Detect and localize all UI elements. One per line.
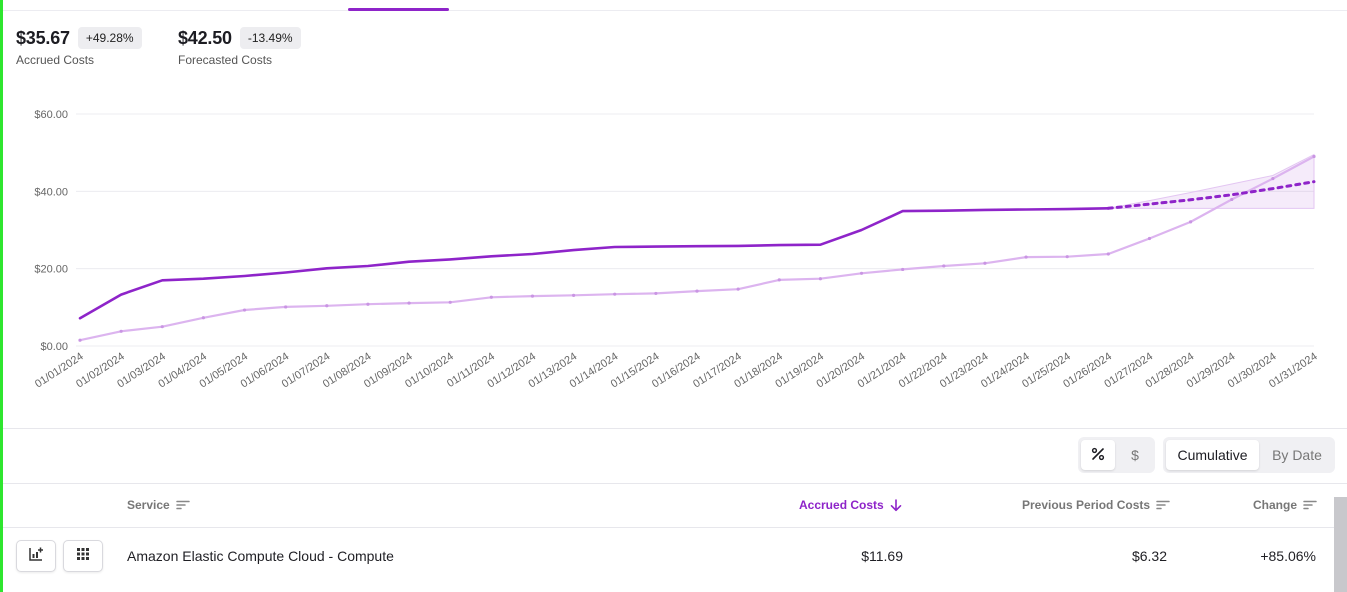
previous-period-point (489, 295, 493, 299)
accrued-header-label: Accrued Costs (799, 498, 884, 512)
previous-period-point (160, 325, 164, 329)
previous-header-label: Previous Period Costs (1022, 498, 1151, 512)
y-tick-label: $60.00 (34, 109, 68, 121)
previous-period-point (859, 271, 864, 275)
kpi-accrued-costs: $35.67 +49.28% Accrued Costs (16, 27, 142, 67)
percent-toggle-button[interactable] (1081, 440, 1115, 470)
cumulative-toggle-button[interactable]: Cumulative (1166, 440, 1259, 470)
previous-period-point (818, 277, 823, 281)
kpi-accrued-value: $35.67 (16, 27, 70, 48)
sort-lines-icon (1303, 500, 1317, 510)
row-menu-button[interactable] (63, 540, 103, 572)
dollar-toggle-button[interactable]: $ (1118, 440, 1152, 470)
previous-period-point (366, 302, 370, 306)
kpi-forecasted-label: Forecasted Costs (178, 53, 273, 67)
vertical-scrollbar[interactable] (1334, 497, 1347, 592)
previous-period-point (1065, 255, 1069, 259)
previous-period-point (901, 267, 905, 272)
previous-period-point (1024, 255, 1028, 259)
accrued-series-line (78, 207, 1110, 320)
previous-period-series-line (78, 155, 1316, 342)
kpi-forecasted-value: $42.50 (178, 27, 232, 48)
service-name[interactable]: Amazon Elastic Compute Cloud - Compute (127, 548, 394, 564)
chart-add-icon (28, 546, 44, 567)
add-to-chart-button[interactable] (16, 540, 56, 572)
service-header-label: Service (127, 498, 170, 512)
by-date-toggle-button[interactable]: By Date (1262, 440, 1332, 470)
change-header-label: Change (1253, 498, 1298, 512)
active-tab-indicator (348, 8, 449, 11)
previous-period-point (1271, 176, 1275, 181)
table-header-divider (3, 527, 1347, 528)
change-cell: +85.06% (1260, 548, 1316, 564)
previous-period-point (201, 316, 205, 320)
previous-period-point (613, 292, 617, 296)
grid-dots-icon (76, 547, 90, 566)
previous-period-point (1189, 220, 1193, 224)
previous-period-point (78, 338, 82, 342)
previous-period-point (695, 289, 699, 293)
kpi-accrued-change-badge: +49.28% (77, 27, 142, 49)
sort-lines-icon (175, 500, 190, 510)
top-tab-strip (3, 0, 1347, 11)
previous-period-point (1230, 197, 1234, 202)
arrow-down-icon (890, 498, 902, 512)
mode-toggle: Cumulative By Date (1163, 437, 1335, 473)
previous-period-point (407, 301, 411, 305)
previous-period-point (942, 264, 946, 268)
table-top-divider (3, 483, 1347, 484)
y-tick-label: $40.00 (34, 186, 68, 198)
previous-period-point (1106, 252, 1110, 256)
previous-period-point (1312, 154, 1316, 159)
column-header-accrued-costs[interactable]: Accrued Costs (799, 498, 902, 512)
previous-period-point (777, 278, 781, 282)
kpi-forecasted-change-badge: -13.49% (239, 27, 301, 49)
previous-period-point (736, 287, 740, 291)
previous-period-point (242, 308, 247, 312)
percent-icon (1091, 447, 1105, 464)
y-tick-label: $20.00 (34, 264, 68, 276)
previous-cost-cell: $6.32 (1131, 548, 1167, 564)
previous-period-point (119, 329, 123, 333)
kpi-accrued-label: Accrued Costs (16, 53, 95, 67)
dollar-label: $ (1131, 447, 1139, 463)
column-header-previous-period-costs[interactable]: Previous Period Costs (1022, 498, 1170, 512)
y-tick-label: $0.00 (40, 341, 68, 353)
previous-period-point (1147, 236, 1152, 241)
accrued-cost-cell: $11.69 (861, 548, 903, 564)
column-header-change[interactable]: Change (1253, 498, 1317, 512)
kpi-forecasted-costs: $42.50 -13.49% Forecasted Costs (178, 27, 301, 67)
previous-period-point (654, 291, 658, 296)
previous-period-point (572, 293, 576, 297)
previous-period-point (448, 300, 452, 304)
previous-period-point (284, 305, 288, 309)
unit-toggle: $ (1078, 437, 1155, 473)
previous-period-point (530, 294, 535, 298)
chart-divider (3, 428, 1347, 429)
cost-line-chart: $0.00$20.00$40.00$60.0001/01/202401/02/2… (33, 109, 1320, 391)
sort-lines-icon (1156, 500, 1170, 510)
forecast-band (1108, 153, 1315, 209)
column-header-service[interactable]: Service (127, 498, 190, 512)
previous-period-point (325, 304, 329, 308)
previous-period-point (983, 261, 987, 265)
